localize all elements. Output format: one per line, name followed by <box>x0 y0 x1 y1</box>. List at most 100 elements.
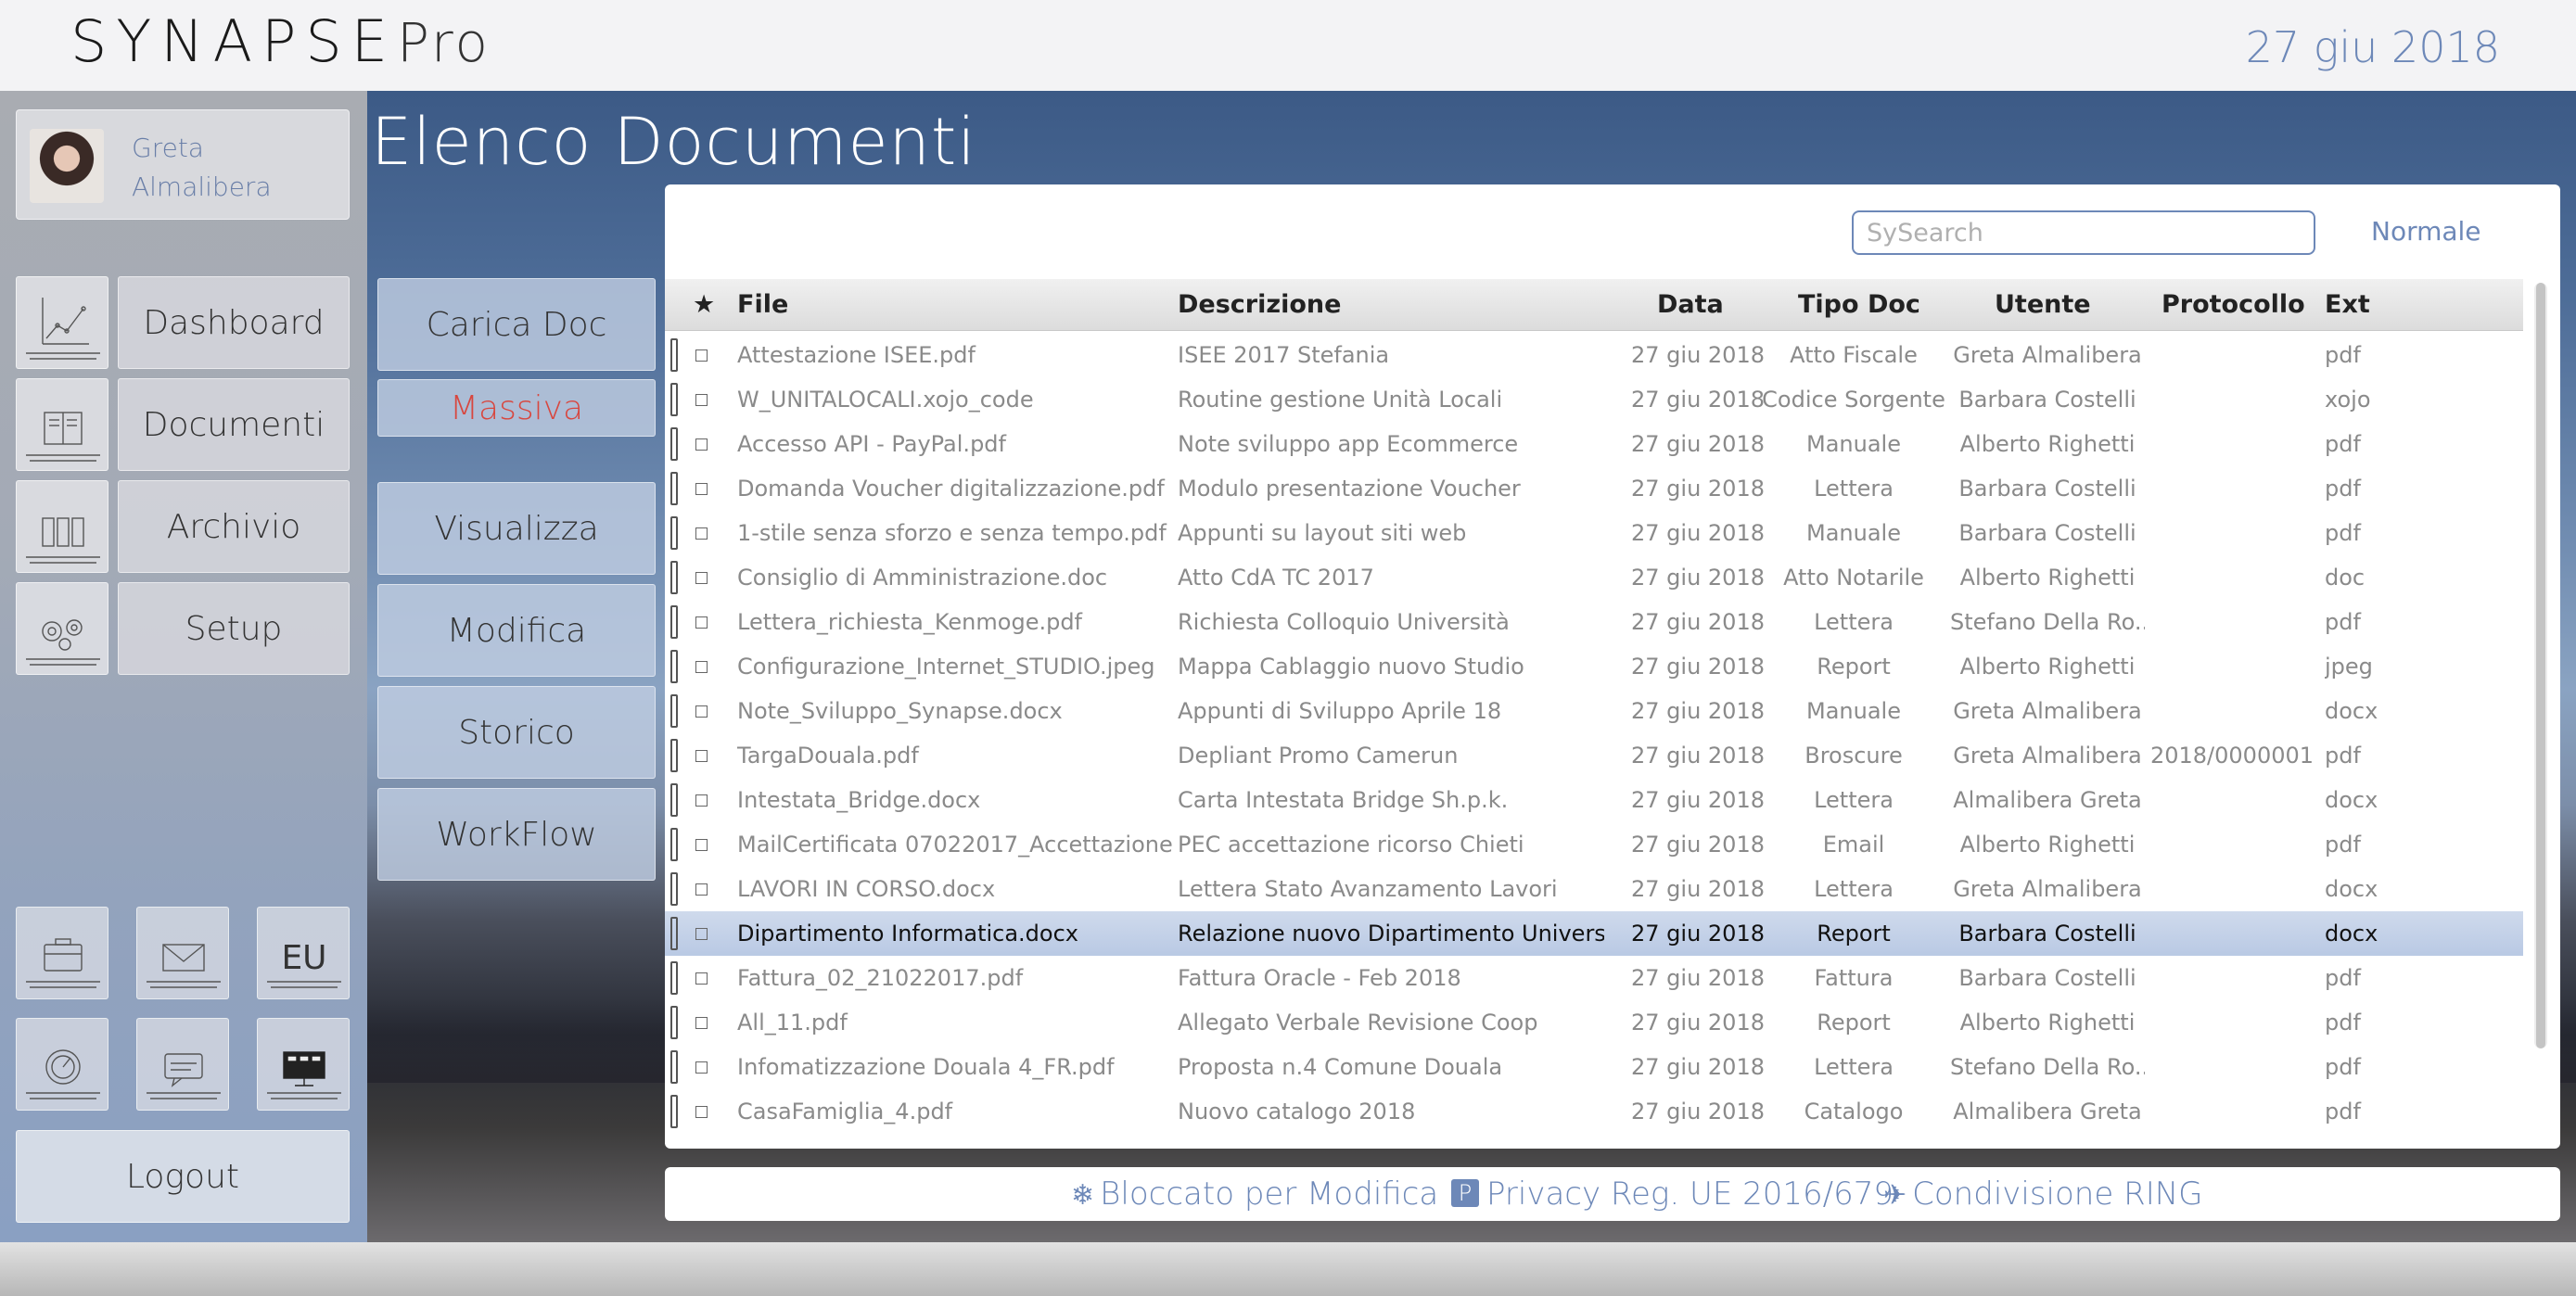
user-last-name: Almalibera <box>132 172 272 202</box>
cell-ext: pdf <box>2325 431 2361 457</box>
row-handle[interactable] <box>670 650 678 683</box>
table-row[interactable]: 1-stile senza sforzo e senza tempo.pdf Ap… <box>665 511 2523 555</box>
visualizza-button[interactable]: Visualizza <box>377 482 656 575</box>
row-handle[interactable] <box>670 783 678 817</box>
cell-descrizione: Relazione nuovo Dipartimento Università <box>1178 921 1604 947</box>
user-card[interactable]: Greta Almalibera <box>16 109 350 220</box>
row-handle[interactable] <box>670 1050 678 1084</box>
table-scrollbar[interactable] <box>2534 283 2547 1048</box>
table-row[interactable]: Configurazione_Internet_STUDIO.jpeg Mappa… <box>665 644 2523 689</box>
row-checkbox[interactable] <box>695 438 708 451</box>
row-handle[interactable] <box>670 516 678 550</box>
row-handle[interactable] <box>670 872 678 906</box>
column-header-file[interactable]: File <box>737 279 788 331</box>
row-handle[interactable] <box>670 828 678 861</box>
logout-button[interactable]: Logout <box>16 1130 350 1223</box>
row-checkbox[interactable] <box>695 483 708 495</box>
row-handle[interactable] <box>670 338 678 372</box>
nav-dashboard-button[interactable]: Dashboard <box>118 276 350 369</box>
briefcase-icon[interactable] <box>16 907 108 999</box>
carica-doc-button[interactable]: Carica Doc <box>377 278 656 371</box>
row-checkbox[interactable] <box>695 705 708 718</box>
row-checkbox[interactable] <box>695 1106 708 1118</box>
row-checkbox[interactable] <box>695 883 708 896</box>
table-row[interactable]: All_11.pdf Allegato Verbale Revisione Coo… <box>665 1000 2523 1045</box>
row-checkbox[interactable] <box>695 972 708 985</box>
nav-archivio-button[interactable]: Archivio <box>118 480 350 573</box>
row-handle[interactable] <box>670 1006 678 1039</box>
row-checkbox[interactable] <box>695 839 708 851</box>
row-checkbox[interactable] <box>695 794 708 807</box>
cell-utente: Almalibera Greta <box>1953 1099 2142 1124</box>
scrollbar-thumb[interactable] <box>2536 283 2545 1048</box>
table-row[interactable]: Accesso API - PayPal.pdf Note sviluppo ap… <box>665 422 2523 466</box>
row-handle[interactable] <box>670 427 678 461</box>
table-row[interactable]: Lettera_richiesta_Kenmoge.pdf Richiesta C… <box>665 600 2523 644</box>
cell-protocollo <box>2141 555 2323 600</box>
row-handle[interactable] <box>670 694 678 728</box>
table-row[interactable]: Consiglio di Amministrazione.doc Atto CdA… <box>665 555 2523 600</box>
row-handle[interactable] <box>670 561 678 594</box>
row-checkbox[interactable] <box>695 1061 708 1074</box>
monitor-icon[interactable] <box>257 1018 350 1111</box>
table-row[interactable]: CasaFamiglia_4.pdf Nuovo catalogo 2018 27 … <box>665 1089 2523 1132</box>
cell-descrizione: Note sviluppo app Ecommerce <box>1178 431 1519 457</box>
gauge-icon[interactable] <box>16 1018 108 1111</box>
nav-setup-button[interactable]: Setup <box>118 582 350 675</box>
row-handle[interactable] <box>670 605 678 639</box>
legend-bar: ❄ Bloccato per Modifica P Privacy Reg. UE … <box>665 1167 2560 1221</box>
table-row[interactable]: W_UNITALOCALI.xojo_code Routine gestione … <box>665 377 2523 422</box>
row-checkbox[interactable] <box>695 349 708 362</box>
cell-data: 27 giu 2018 <box>1631 832 1765 858</box>
workflow-button[interactable]: WorkFlow <box>377 788 656 881</box>
table-row[interactable]: Note_Sviluppo_Synapse.docx Appunti di Svi… <box>665 689 2523 733</box>
column-header-data[interactable]: Data <box>1657 279 1724 331</box>
chat-icon[interactable] <box>136 1018 229 1111</box>
nav-documenti-button[interactable]: Documenti <box>118 378 350 471</box>
search-input[interactable] <box>1852 210 2315 255</box>
table-row[interactable]: Fattura_02_21022017.pdf Fattura Oracle - … <box>665 956 2523 1000</box>
massiva-button[interactable]: Massiva <box>377 379 656 437</box>
row-checkbox[interactable] <box>695 394 708 406</box>
eu-icon[interactable]: EU <box>257 907 350 999</box>
storico-button[interactable]: Storico <box>377 686 656 779</box>
cell-tipo: Fattura <box>1814 965 1894 991</box>
cell-data: 27 giu 2018 <box>1631 698 1765 724</box>
column-header-ext[interactable]: Ext <box>2325 279 2370 331</box>
column-header-protocollo[interactable]: Protocollo <box>2162 279 2305 331</box>
archive-icon[interactable] <box>16 480 108 573</box>
mail-icon[interactable] <box>136 907 229 999</box>
table-row[interactable]: Attestazione ISEE.pdf ISEE 2017 Stefania 2… <box>665 333 2523 377</box>
row-checkbox[interactable] <box>695 750 708 762</box>
modifica-button[interactable]: Modifica <box>377 584 656 677</box>
table-row[interactable]: Domanda Voucher digitalizzazione.pdf Modu… <box>665 466 2523 511</box>
row-handle[interactable] <box>670 1095 678 1128</box>
book-icon[interactable] <box>16 378 108 471</box>
row-checkbox[interactable] <box>695 661 708 673</box>
table-row[interactable]: TargaDouala.pdf Depliant Promo Camerun 27 … <box>665 733 2523 778</box>
column-header-utente[interactable]: Utente <box>1995 279 2091 331</box>
row-handle[interactable] <box>670 472 678 505</box>
row-checkbox[interactable] <box>695 616 708 629</box>
row-checkbox[interactable] <box>695 527 708 540</box>
table-row[interactable]: Infomatizzazione Douala 4_FR.pdf Proposta… <box>665 1045 2523 1089</box>
table-row[interactable]: LAVORI IN CORSO.docx Lettera Stato Avanza… <box>665 867 2523 911</box>
row-checkbox[interactable] <box>695 928 708 940</box>
table-row[interactable]: MailCertificata 07022017_Accettazione.pd… <box>665 822 2523 867</box>
row-checkbox[interactable] <box>695 572 708 584</box>
chart-icon[interactable] <box>16 276 108 369</box>
column-header-tipo-doc[interactable]: Tipo Doc <box>1798 279 1920 331</box>
view-mode-link[interactable]: Normale <box>2371 216 2481 247</box>
column-header-descrizione[interactable]: Descrizione <box>1178 279 1341 331</box>
row-checkbox[interactable] <box>695 1017 708 1029</box>
table-row[interactable]: Intestata_Bridge.docx Carta Intestata Bri… <box>665 778 2523 822</box>
favorite-column-star-icon[interactable]: ★ <box>693 279 715 331</box>
cell-protocollo <box>2141 1000 2323 1045</box>
row-handle[interactable] <box>670 739 678 772</box>
row-handle[interactable] <box>670 383 678 416</box>
table-row[interactable]: Dipartimento Informatica.docx Relazione n… <box>665 911 2523 956</box>
cell-descrizione: Modulo presentazione Voucher <box>1178 476 1521 502</box>
row-handle[interactable] <box>670 961 678 995</box>
row-handle[interactable] <box>670 917 678 950</box>
gears-icon[interactable] <box>16 582 108 675</box>
